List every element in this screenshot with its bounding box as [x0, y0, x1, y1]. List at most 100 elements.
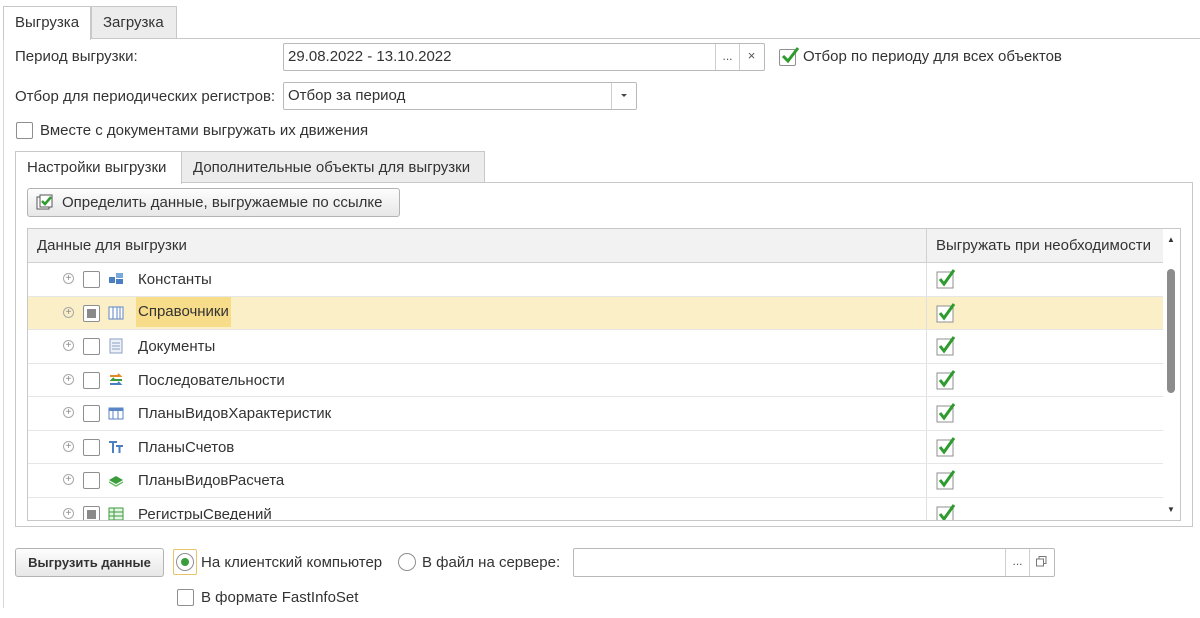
client-radio[interactable]	[176, 553, 194, 571]
chart-of-accounts-icon	[109, 440, 123, 453]
column-header-data[interactable]: Данные для выгрузки	[37, 237, 187, 254]
table-row[interactable]: + РегистрыСведений	[28, 497, 1164, 522]
period-select-button[interactable]: ...	[715, 44, 739, 70]
expand-icon[interactable]: +	[63, 440, 74, 452]
export-if-needed-checkbox[interactable]	[936, 269, 956, 289]
expand-icon[interactable]: +	[63, 340, 74, 351]
row-checkbox[interactable]	[83, 405, 100, 422]
export-if-needed-checkbox[interactable]	[936, 470, 956, 490]
export-if-needed-checkbox[interactable]	[936, 336, 956, 356]
row-checkbox[interactable]	[83, 371, 100, 389]
chevron-down-icon	[620, 93, 627, 97]
row-checkbox[interactable]	[83, 271, 100, 288]
checkmark-icon	[781, 47, 800, 64]
table-row[interactable]: + Последовательности	[28, 363, 1164, 397]
export-if-needed-checkbox[interactable]	[936, 369, 956, 390]
row-checkbox[interactable]	[83, 472, 100, 489]
with-movements-checkbox[interactable]	[16, 122, 33, 139]
row-name: Константы	[138, 271, 212, 288]
period-field[interactable]: 29.08.2022 - 13.10.2022 ... ×	[283, 43, 765, 71]
column-separator	[926, 363, 927, 396]
characteristic-types-icon	[108, 407, 124, 420]
periodic-filter-label: Отбор для периодических регистров:	[15, 88, 276, 105]
table-header: Данные для выгрузки Выгружать при необхо…	[28, 229, 1164, 263]
column-separator	[926, 430, 927, 463]
export-if-needed-checkbox[interactable]	[936, 436, 956, 457]
open-button[interactable]	[1029, 549, 1053, 576]
window-border	[3, 38, 4, 608]
constants-icon	[109, 273, 123, 284]
fastinfoset-checkbox[interactable]	[177, 589, 194, 606]
filter-all-label: Отбор по периоду для всех объектов	[803, 48, 1062, 65]
column-separator	[926, 330, 927, 363]
column-separator	[926, 397, 927, 430]
documents-icon	[109, 338, 123, 354]
column-separator	[926, 229, 927, 263]
vertical-scrollbar[interactable]: ▲ ▼	[1163, 229, 1180, 520]
export-data-table[interactable]: Данные для выгрузки Выгружать при необхо…	[27, 228, 1181, 521]
sequences-icon	[109, 372, 123, 385]
row-name: ПланыВидовРасчета	[138, 472, 285, 489]
calculation-types-icon	[108, 476, 124, 487]
row-name: Последовательности	[138, 371, 285, 389]
scroll-down-icon[interactable]: ▼	[1167, 505, 1175, 514]
catalogs-icon	[108, 306, 124, 319]
period-value: 29.08.2022 - 13.10.2022	[288, 48, 452, 65]
periodic-filter-select[interactable]: Отбор за период	[283, 82, 637, 110]
column-separator	[926, 464, 927, 497]
tab-additional-objects[interactable]: Дополнительные объекты для выгрузки	[181, 151, 485, 183]
row-name: РегистрыСведений	[138, 505, 272, 521]
table-row[interactable]: + Константы	[28, 263, 1164, 297]
expand-icon[interactable]: +	[63, 507, 74, 519]
tab-import[interactable]: Загрузка	[91, 6, 177, 39]
row-name: ПланыВидовХарактеристик	[138, 405, 332, 422]
row-name: Справочники	[136, 296, 231, 327]
server-label: В файл на сервере:	[422, 554, 561, 571]
column-separator	[926, 263, 927, 296]
table-row[interactable]: + ПланыСчетов	[28, 430, 1164, 464]
column-separator	[926, 497, 927, 520]
row-checkbox[interactable]	[83, 338, 100, 355]
row-name: Документы	[138, 338, 216, 355]
row-name: ПланыСчетов	[138, 438, 235, 456]
client-label: На клиентский компьютер	[201, 554, 383, 571]
scrollbar-thumb[interactable]	[1167, 269, 1175, 393]
tabs-divider	[90, 38, 1200, 39]
export-data-button[interactable]: Выгрузить данные	[15, 548, 164, 577]
row-checkbox[interactable]	[83, 505, 100, 520]
define-data-button[interactable]: Определить данные, выгружаемые по ссылке	[27, 188, 400, 217]
fastinfoset-label: В формате FastInfoSet	[201, 589, 359, 606]
column-header-export-if-needed[interactable]: Выгружать при необходимости	[936, 237, 1151, 254]
server-radio[interactable]	[398, 553, 416, 571]
table-row-selected[interactable]: + Справочники	[28, 296, 1164, 330]
filter-all-checkbox[interactable]	[779, 47, 800, 66]
expand-icon[interactable]: +	[63, 273, 74, 284]
tab-export-settings[interactable]: Настройки выгрузки	[15, 151, 182, 184]
expand-icon[interactable]: +	[63, 306, 74, 318]
row-checkbox[interactable]	[83, 438, 100, 456]
info-registers-icon	[108, 507, 124, 520]
row-checkbox[interactable]	[83, 304, 100, 322]
browse-button[interactable]: ...	[1005, 549, 1029, 576]
open-icon	[1036, 556, 1047, 567]
server-path-field[interactable]: ...	[573, 548, 1055, 577]
define-data-label: Определить данные, выгружаемые по ссылке	[62, 194, 383, 211]
export-if-needed-checkbox[interactable]	[936, 302, 956, 323]
expand-icon[interactable]: +	[63, 373, 74, 385]
expand-icon[interactable]: +	[63, 474, 74, 485]
tab-export[interactable]: Выгрузка	[3, 6, 91, 40]
export-if-needed-checkbox[interactable]	[936, 403, 956, 423]
column-separator	[926, 296, 927, 329]
scroll-up-icon[interactable]: ▲	[1167, 235, 1175, 244]
expand-icon[interactable]: +	[63, 407, 74, 418]
with-movements-label: Вместе с документами выгружать их движен…	[40, 122, 369, 139]
table-row[interactable]: + ПланыВидовХарактеристик	[28, 397, 1164, 431]
dropdown-button[interactable]	[611, 83, 635, 109]
period-clear-button[interactable]: ×	[739, 44, 763, 70]
export-if-needed-checkbox[interactable]	[936, 503, 956, 522]
periodic-filter-value: Отбор за период	[288, 87, 406, 104]
table-row[interactable]: + Документы	[28, 330, 1164, 364]
table-row[interactable]: + ПланыВидовРасчета	[28, 464, 1164, 498]
period-label: Период выгрузки:	[15, 48, 138, 65]
checklist-icon	[36, 194, 53, 210]
